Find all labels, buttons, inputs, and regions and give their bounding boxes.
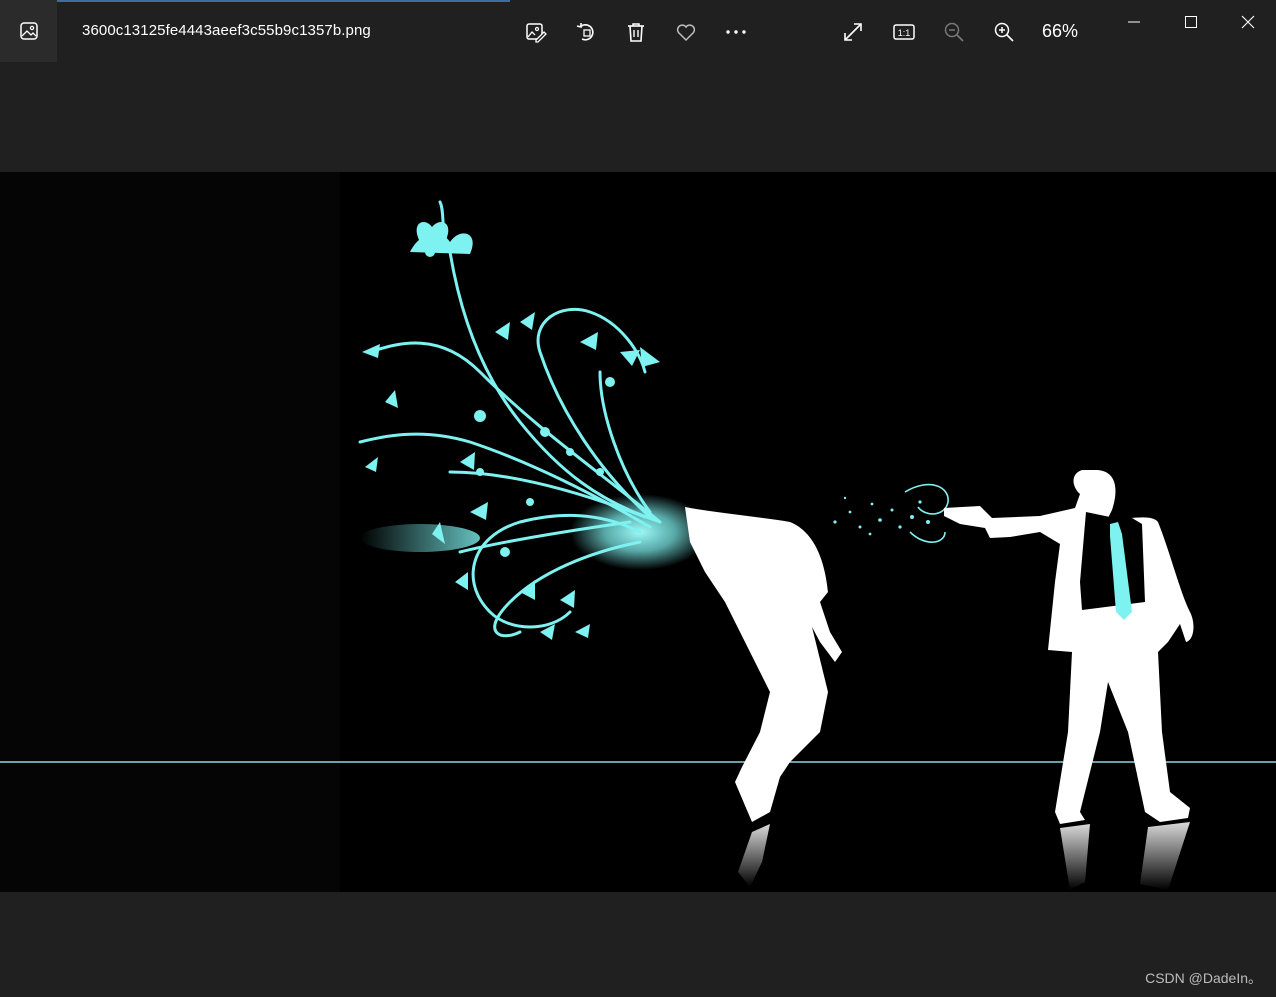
photos-app-icon — [19, 22, 38, 40]
close-button[interactable] — [1220, 0, 1276, 44]
rotate-button[interactable] — [569, 15, 603, 49]
favorite-button[interactable] — [669, 15, 703, 49]
close-icon — [1241, 15, 1255, 29]
watermark: CSDN @DadeIn。 — [1145, 970, 1262, 986]
fullscreen-button[interactable] — [836, 15, 870, 49]
delete-button[interactable] — [619, 15, 653, 49]
actual-size-label: 1:1 — [898, 28, 911, 38]
more-icon — [726, 30, 746, 34]
zoom-out-button[interactable] — [937, 15, 971, 49]
maximize-button[interactable] — [1163, 0, 1219, 44]
expand-icon — [844, 23, 862, 41]
file-name: 3600c13125fe4443aeef3c55b9c1357b.png — [82, 22, 371, 39]
maximize-icon — [1185, 16, 1197, 28]
actual-size-button[interactable]: 1:1 — [887, 15, 921, 49]
edit-image-button[interactable] — [519, 15, 553, 49]
heart-icon — [676, 24, 696, 42]
app-icon-button[interactable] — [0, 0, 57, 62]
zoom-level[interactable]: 66% — [1042, 21, 1078, 42]
displayed-image — [0, 172, 1276, 892]
image-canvas[interactable] — [0, 172, 1276, 892]
zoom-in-icon — [994, 22, 1014, 42]
title-bar: 3600c13125fe4443aeef3c55b9c1357b.png 1:1… — [0, 0, 1276, 62]
minimize-button[interactable] — [1106, 0, 1162, 44]
minimize-icon — [1128, 21, 1140, 23]
zoom-in-button[interactable] — [987, 15, 1021, 49]
zoom-out-icon — [944, 22, 964, 42]
photos-window: 3600c13125fe4443aeef3c55b9c1357b.png 1:1… — [0, 0, 1276, 997]
more-options-button[interactable] — [719, 15, 753, 49]
trash-icon — [628, 23, 644, 42]
rotate-icon — [576, 23, 594, 41]
actual-size-icon: 1:1 — [893, 24, 915, 40]
edit-image-icon — [526, 23, 547, 43]
